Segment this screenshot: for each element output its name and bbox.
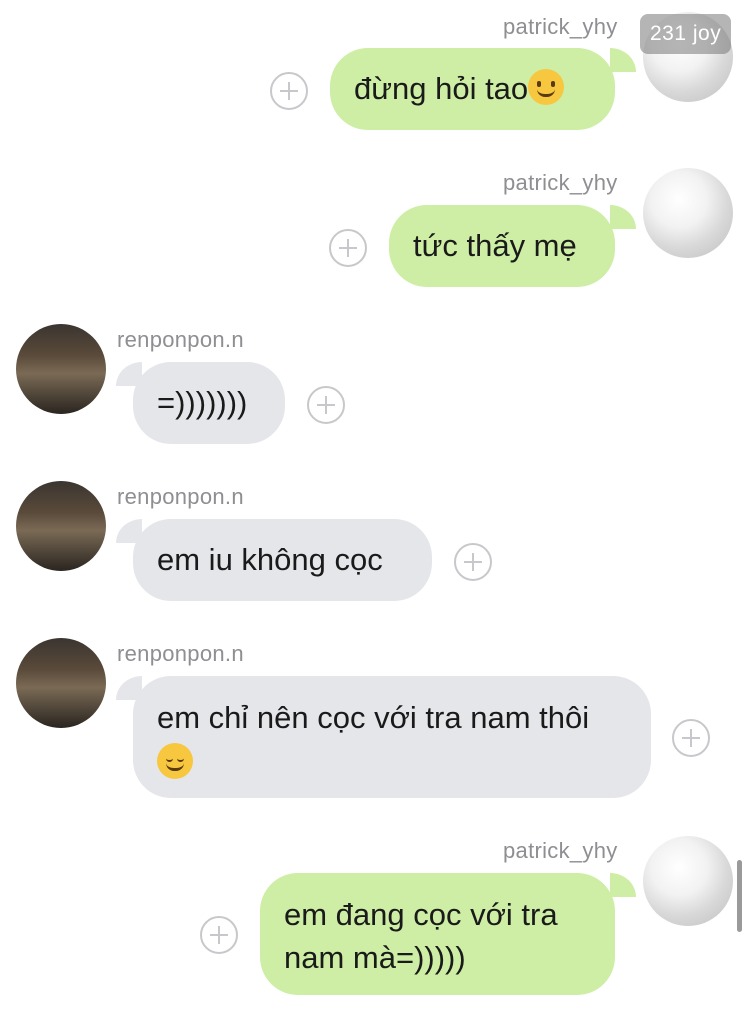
add-reaction-button[interactable] — [270, 72, 308, 110]
sender-name: patrick_yhy — [503, 170, 618, 195]
avatar[interactable] — [16, 481, 106, 571]
sender-name: renponpon.n — [117, 484, 244, 509]
message-bubble[interactable]: =))))))) — [133, 362, 285, 444]
message-bubble[interactable]: em đang cọc với tra nam mà=))))) — [260, 873, 615, 995]
add-reaction-button[interactable] — [454, 543, 492, 581]
message-text: em iu không cọc — [157, 542, 383, 577]
bubble-tail — [610, 48, 636, 72]
add-reaction-button[interactable] — [200, 916, 238, 954]
sender-name: renponpon.n — [117, 327, 244, 352]
scrollbar[interactable] — [737, 860, 742, 932]
message-bubble[interactable]: em chỉ nên cọc với tra nam thôi — [133, 676, 651, 798]
message-bubble[interactable]: đừng hỏi tao — [330, 48, 615, 130]
reaction-count-badge: 231 joy — [640, 14, 732, 54]
message-text: em chỉ nên cọc với tra nam thôi — [157, 700, 590, 735]
avatar[interactable] — [16, 324, 106, 414]
message-text: em đang cọc với tra — [284, 897, 558, 932]
message-bubble[interactable]: tức thấy mẹ — [389, 205, 615, 287]
message-text: tức thấy mẹ — [413, 228, 577, 263]
message-text: =))))))) — [157, 385, 248, 420]
sender-name: patrick_yhy — [503, 14, 618, 39]
add-reaction-button[interactable] — [329, 229, 367, 267]
sender-name: patrick_yhy — [503, 838, 618, 863]
avatar[interactable] — [16, 638, 106, 728]
bubble-tail — [610, 873, 636, 897]
message-text: nam mà=))))) — [284, 940, 466, 975]
message-bubble[interactable]: em iu không cọc — [133, 519, 432, 601]
add-reaction-button[interactable] — [672, 719, 710, 757]
sender-name: renponpon.n — [117, 641, 244, 666]
avatar[interactable] — [643, 168, 733, 258]
add-reaction-button[interactable] — [307, 386, 345, 424]
avatar[interactable] — [643, 836, 733, 926]
message-text: đừng hỏi tao — [354, 71, 529, 106]
slightly-smiling-face-icon — [528, 69, 565, 105]
bubble-tail — [610, 205, 636, 229]
relieved-face-icon — [157, 743, 193, 779]
